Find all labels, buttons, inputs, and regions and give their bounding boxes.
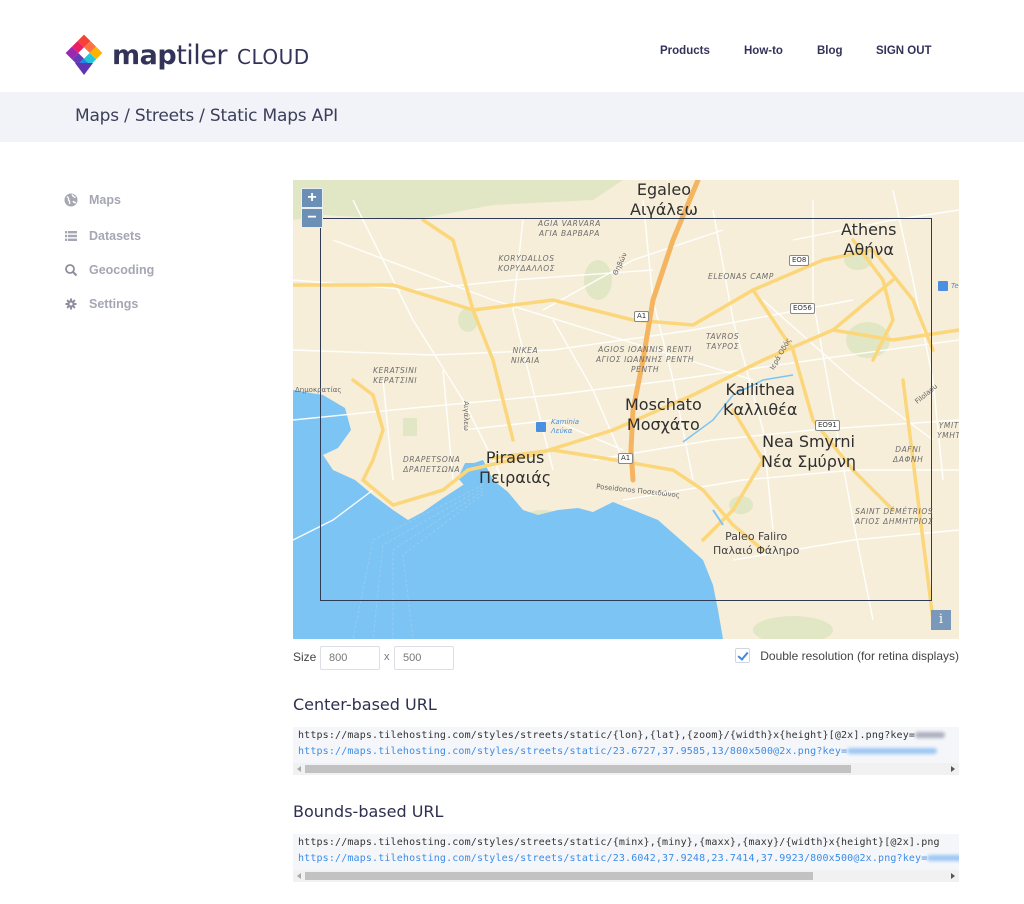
- sidebar-item-datasets[interactable]: Datasets: [64, 226, 141, 246]
- height-input[interactable]: [394, 646, 454, 670]
- map-label-saint-demetrios: SAINT DÉMÉTRIOS ΑΓΙΟΣ ΔΗΜΗΤΡΙΟΣ: [855, 507, 934, 526]
- size-controls: Size x Double resolution (for retina dis…: [293, 646, 959, 670]
- blurred-key: [847, 748, 938, 754]
- sidebar-item-label: Datasets: [89, 229, 142, 243]
- bounds-url-box[interactable]: https://maps.tilehosting.com/styles/stre…: [293, 834, 959, 882]
- map-label-paleo-faliro: Paleo Faliro Παλαιό Φάληρο: [713, 530, 800, 557]
- retina-checkbox[interactable]: [735, 648, 751, 663]
- center-url-template[interactable]: https://maps.tilehosting.com/styles/stre…: [298, 730, 946, 741]
- nav-sign-out[interactable]: SIGN OUT: [876, 45, 932, 57]
- map-label-agios-ioannis-renti: AGIOS IOANNIS RENTI ΑΓΙΟΣ ΙΩΑΝΝΗΣ ΡΕΝΤΗ ΡΕ…: [596, 345, 695, 374]
- map-label-nea-smyrni: Nea Smyrni Νέα Σμύρνη: [761, 432, 857, 471]
- street-label-aigaleo: Αιγάλεω: [461, 401, 470, 431]
- map-label-keratsini: KERATSINI ΚΕΡΑΤΣΙΝΙ: [373, 366, 418, 385]
- map-label-drapetsona: DRAPETSONA ΔΡΑΠΕΤΣΩΝΑ: [403, 455, 461, 474]
- scroll-right-arrow[interactable]: [951, 873, 955, 879]
- retina-label: Double resolution (for retina displays): [760, 648, 959, 663]
- list-icon: [64, 229, 78, 243]
- gear-icon: [64, 297, 78, 311]
- top-navigation-bar: map tiler CLOUD Products How-to Blog SIGN …: [0, 0, 1024, 92]
- sidebar-item-geocoding[interactable]: Geocoding: [64, 260, 154, 280]
- road-shield-a1-north: A1: [634, 311, 650, 322]
- scrollbar-thumb[interactable]: [305, 765, 851, 773]
- sidebar-item-label: Settings: [89, 297, 139, 311]
- map-preview[interactable]: Egaleo Αιγάλεω Athens Αθήνα Kallithea Καλλι…: [293, 180, 959, 639]
- metro-station-icon: [536, 422, 546, 432]
- street-label-dimokratias: Δημοκρατίας: [295, 386, 342, 394]
- sidebar-item-label: Maps: [89, 193, 121, 207]
- center-url-scrollbar[interactable]: [293, 763, 959, 775]
- scrollbar-thumb[interactable]: [305, 872, 813, 880]
- map-label-ymittos: YMITTΥΜΗΤΤ: [937, 421, 959, 440]
- poi-label-kaminia: Kaminia Λεύκα: [551, 418, 580, 435]
- map-label-egaleo: Egaleo Αιγάλεω: [630, 180, 698, 219]
- bounds-url-heading: Bounds-based URL: [293, 802, 444, 821]
- bounds-url-example[interactable]: https://maps.tilehosting.com/styles/stre…: [298, 853, 959, 864]
- blurred-key: [927, 855, 959, 861]
- nav-products[interactable]: Products: [660, 45, 710, 57]
- sidebar-item-settings[interactable]: Settings: [64, 294, 138, 314]
- metro-station-icon: [938, 281, 948, 291]
- zoom-in-button[interactable]: +: [301, 188, 323, 208]
- poi-label-partial: Te: [951, 282, 959, 290]
- map-label-eleonas-camp: ELEONAS CAMP: [708, 272, 775, 281]
- bounds-url-template[interactable]: https://maps.tilehosting.com/styles/stre…: [298, 837, 940, 848]
- size-separator: x: [384, 651, 390, 663]
- size-label: Size: [293, 650, 317, 664]
- search-icon: [64, 263, 78, 277]
- road-shield-eo56: EO56: [790, 303, 815, 314]
- map-label-tavros: TAVROS ΤΑΥΡΟΣ: [706, 332, 740, 351]
- map-label-nikea: NIKEA ΝΙΚΑΙΑ: [511, 346, 540, 365]
- main-nav: Products How-to Blog SIGN OUT: [0, 45, 1024, 61]
- map-label-korydallos: KORYDALLOS ΚΟΡΥΔΑΛΛΟΣ: [498, 254, 556, 273]
- center-url-heading: Center-based URL: [293, 695, 437, 714]
- sidebar-item-label: Geocoding: [89, 263, 155, 277]
- map-label-dafni: DAFNI ΔΑΦΝΗ: [893, 445, 924, 464]
- map-label-moschato: Moschato Μοσχάτο: [625, 395, 702, 434]
- globe-icon: [64, 193, 78, 207]
- road-shield-eo91: EO91: [815, 420, 840, 431]
- road-shield-eo8: EO8: [789, 255, 810, 266]
- center-url-box[interactable]: https://maps.tilehosting.com/styles/stre…: [293, 727, 959, 775]
- scroll-left-arrow[interactable]: [297, 873, 301, 879]
- motorway-a1: [628, 180, 701, 483]
- map-label-piraeus: Piraeus Πειραιάς: [479, 448, 552, 487]
- retina-option: Double resolution (for retina displays): [735, 648, 959, 663]
- info-button[interactable]: i: [931, 610, 951, 630]
- nav-how-to[interactable]: How-to: [744, 45, 783, 57]
- sidebar-item-maps[interactable]: Maps: [64, 190, 121, 210]
- width-input[interactable]: [320, 646, 380, 670]
- zoom-out-button[interactable]: −: [301, 208, 323, 228]
- nav-blog[interactable]: Blog: [817, 45, 843, 57]
- center-url-example[interactable]: https://maps.tilehosting.com/styles/stre…: [298, 746, 938, 757]
- map-label-kallithea: Kallithea Καλλιθέα: [723, 380, 798, 419]
- map-label-agia-varvara: AGIA VARVARA ΑΓΙΑ ΒΑΡΒΑΡΑ: [538, 219, 601, 238]
- blurred-key: [915, 732, 946, 738]
- breadcrumb: Maps / Streets / Static Maps API: [75, 106, 338, 126]
- scroll-left-arrow[interactable]: [297, 766, 301, 772]
- road-shield-a1-south: A1: [618, 453, 634, 464]
- bounds-url-scrollbar[interactable]: [293, 870, 959, 882]
- map-label-athens: Athens Αθήνα: [841, 220, 897, 259]
- scroll-right-arrow[interactable]: [951, 766, 955, 772]
